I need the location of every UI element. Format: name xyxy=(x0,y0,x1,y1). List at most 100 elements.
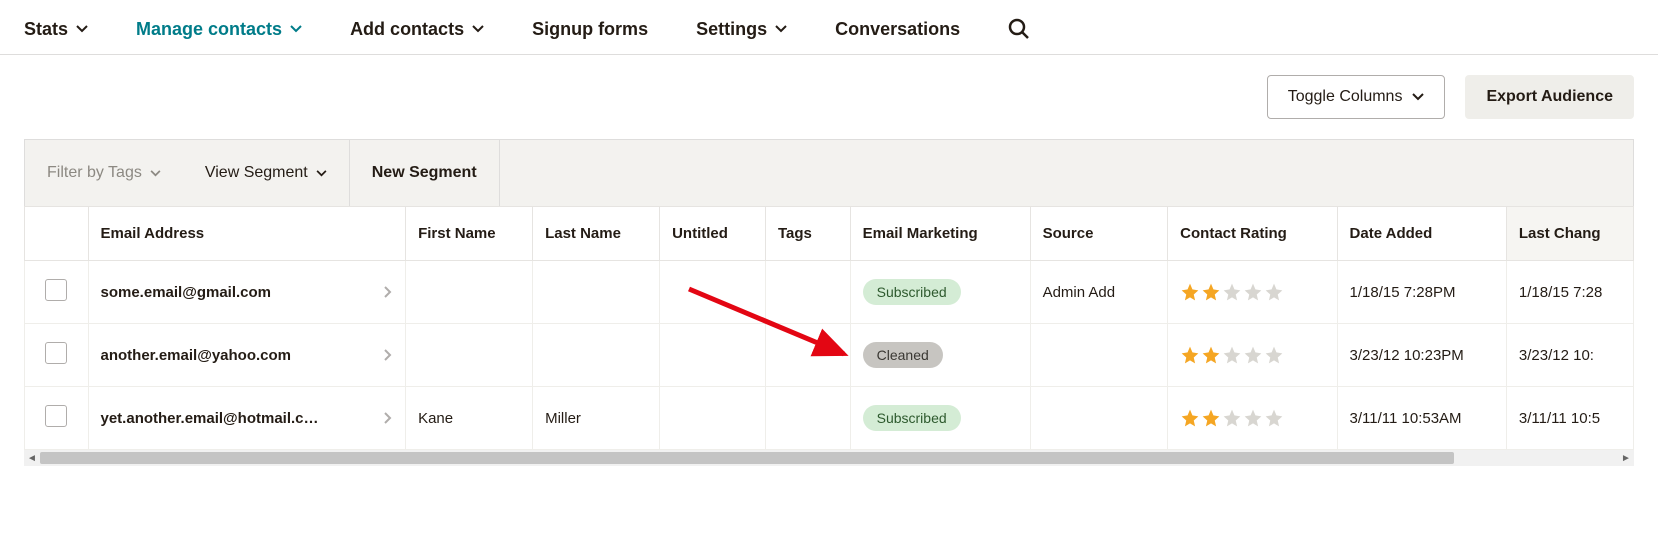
email-text: yet.another.email@hotmail.c… xyxy=(101,410,319,427)
search-icon xyxy=(1008,18,1030,40)
filter-bar: Filter by Tags View Segment New Segment xyxy=(24,139,1634,206)
star-icon xyxy=(1264,282,1284,302)
email-cell[interactable]: yet.another.email@hotmail.c… xyxy=(101,410,394,427)
first-name-cell xyxy=(406,324,533,387)
date-added-cell: 3/23/12 10:23PM xyxy=(1337,324,1506,387)
nav-conversations[interactable]: Conversations xyxy=(835,19,960,40)
chevron-down-icon xyxy=(1412,93,1424,101)
table-header-row: Email Address First Name Last Name Untit… xyxy=(25,207,1634,261)
nav-signup-label: Signup forms xyxy=(532,19,648,40)
row-checkbox[interactable] xyxy=(45,405,67,427)
col-marketing[interactable]: Email Marketing xyxy=(850,207,1030,261)
view-segment-label: View Segment xyxy=(205,164,308,182)
tags-cell xyxy=(765,261,850,324)
nav-settings-label: Settings xyxy=(696,19,767,40)
table-row[interactable]: some.email@gmail.com SubscribedAdmin Add 1… xyxy=(25,261,1634,324)
col-rating[interactable]: Contact Rating xyxy=(1168,207,1337,261)
star-icon xyxy=(1201,282,1221,302)
export-audience-button[interactable]: Export Audience xyxy=(1465,75,1634,119)
last-changed-cell: 1/18/15 7:28 xyxy=(1506,261,1633,324)
untitled-cell xyxy=(660,324,766,387)
row-checkbox[interactable] xyxy=(45,342,67,364)
star-icon xyxy=(1243,345,1263,365)
col-last-changed[interactable]: Last Chang xyxy=(1506,207,1633,261)
col-date-added[interactable]: Date Added xyxy=(1337,207,1506,261)
marketing-cell: Subscribed xyxy=(850,387,1030,450)
star-rating xyxy=(1180,345,1324,365)
email-cell[interactable]: some.email@gmail.com xyxy=(101,284,394,301)
nav-manage-contacts[interactable]: Manage contacts xyxy=(136,19,302,40)
star-icon xyxy=(1180,345,1200,365)
nav-manage-label: Manage contacts xyxy=(136,19,282,40)
table-wrapper: Filter by Tags View Segment New Segment … xyxy=(24,139,1634,450)
toggle-columns-button[interactable]: Toggle Columns xyxy=(1267,75,1446,119)
view-segment[interactable]: View Segment xyxy=(183,140,350,206)
rating-cell xyxy=(1168,387,1337,450)
col-source[interactable]: Source xyxy=(1030,207,1168,261)
star-icon xyxy=(1222,408,1242,428)
table-row[interactable]: another.email@yahoo.com Cleaned 3/23/12 10… xyxy=(25,324,1634,387)
filter-by-tags[interactable]: Filter by Tags xyxy=(25,140,183,206)
col-email[interactable]: Email Address xyxy=(88,207,406,261)
star-icon xyxy=(1243,408,1263,428)
chevron-down-icon xyxy=(150,170,161,177)
nav-add-contacts[interactable]: Add contacts xyxy=(350,19,484,40)
export-audience-label: Export Audience xyxy=(1486,88,1613,106)
star-icon xyxy=(1180,408,1200,428)
contacts-table: Email Address First Name Last Name Untit… xyxy=(24,206,1634,450)
rating-cell xyxy=(1168,261,1337,324)
marketing-cell: Subscribed xyxy=(850,261,1030,324)
status-badge: Subscribed xyxy=(863,405,961,431)
scroll-right-icon[interactable]: ► xyxy=(1618,450,1634,466)
top-nav: Stats Manage contacts Add contacts Signu… xyxy=(0,0,1658,55)
col-first-name[interactable]: First Name xyxy=(406,207,533,261)
star-icon xyxy=(1264,345,1284,365)
chevron-down-icon xyxy=(472,25,484,33)
chevron-right-icon[interactable] xyxy=(383,411,393,425)
status-badge: Cleaned xyxy=(863,342,943,368)
nav-settings[interactable]: Settings xyxy=(696,19,787,40)
new-segment-label: New Segment xyxy=(372,164,477,182)
email-cell[interactable]: another.email@yahoo.com xyxy=(101,347,394,364)
col-last-name[interactable]: Last Name xyxy=(533,207,660,261)
star-icon xyxy=(1222,282,1242,302)
chevron-down-icon xyxy=(290,25,302,33)
star-icon xyxy=(1264,408,1284,428)
nav-stats[interactable]: Stats xyxy=(24,19,88,40)
filter-by-tags-label: Filter by Tags xyxy=(47,164,142,182)
horizontal-scrollbar[interactable]: ◄ ► xyxy=(24,450,1634,466)
star-rating xyxy=(1180,408,1324,428)
marketing-cell: Cleaned xyxy=(850,324,1030,387)
table-row[interactable]: yet.another.email@hotmail.c… KaneMiller Su… xyxy=(25,387,1634,450)
col-checkbox xyxy=(25,207,89,261)
date-added-cell: 3/11/11 10:53AM xyxy=(1337,387,1506,450)
last-name-cell xyxy=(533,324,660,387)
email-text: some.email@gmail.com xyxy=(101,284,272,301)
col-untitled[interactable]: Untitled xyxy=(660,207,766,261)
last-name-cell: Miller xyxy=(533,387,660,450)
star-icon xyxy=(1243,282,1263,302)
chevron-down-icon xyxy=(775,25,787,33)
date-added-cell: 1/18/15 7:28PM xyxy=(1337,261,1506,324)
nav-conversations-label: Conversations xyxy=(835,19,960,40)
last-changed-cell: 3/23/12 10: xyxy=(1506,324,1633,387)
source-cell xyxy=(1030,324,1168,387)
nav-signup-forms[interactable]: Signup forms xyxy=(532,19,648,40)
star-icon xyxy=(1201,345,1221,365)
chevron-right-icon[interactable] xyxy=(383,348,393,362)
scroll-left-icon[interactable]: ◄ xyxy=(24,450,40,466)
untitled-cell xyxy=(660,261,766,324)
search-button[interactable] xyxy=(1008,18,1030,40)
chevron-right-icon[interactable] xyxy=(383,285,393,299)
row-checkbox[interactable] xyxy=(45,279,67,301)
new-segment[interactable]: New Segment xyxy=(350,140,500,206)
source-cell: Admin Add xyxy=(1030,261,1168,324)
email-text: another.email@yahoo.com xyxy=(101,347,292,364)
col-tags[interactable]: Tags xyxy=(765,207,850,261)
first-name-cell: Kane xyxy=(406,387,533,450)
scroll-thumb[interactable] xyxy=(40,452,1454,464)
source-cell xyxy=(1030,387,1168,450)
rating-cell xyxy=(1168,324,1337,387)
last-name-cell xyxy=(533,261,660,324)
chevron-down-icon xyxy=(316,170,327,177)
